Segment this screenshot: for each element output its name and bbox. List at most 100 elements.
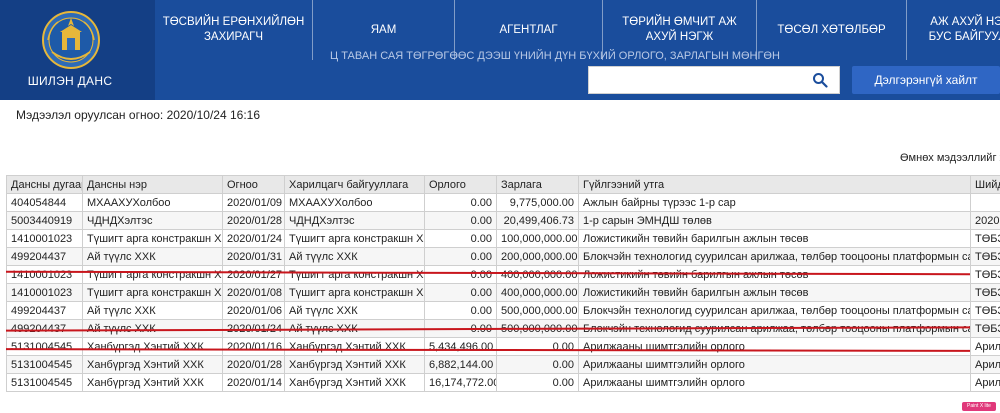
- table-cell: 16,174,772.00: [424, 373, 497, 392]
- column-header[interactable]: Зарлага: [496, 175, 579, 194]
- search-button[interactable]: [807, 70, 833, 90]
- logo[interactable]: ШИЛЭН ДАНС: [0, 0, 155, 100]
- column-header[interactable]: Дансны дугаар: [6, 175, 83, 194]
- table-cell: Ханбүргэд Хэнтий ХХК: [82, 337, 223, 356]
- table-cell: Ханбүргэд Хэнтий ХХК: [82, 373, 223, 392]
- advanced-search-button[interactable]: Дэлгэрэнгүй хайлт: [852, 66, 1000, 94]
- table-cell: Ай түүлс ХХК: [82, 301, 223, 320]
- table-cell: 0.00: [424, 211, 497, 230]
- table-cell: ТӨБЗГ-: [970, 301, 1000, 320]
- search-box: [588, 66, 840, 94]
- table-cell: 2020/01/16: [222, 337, 285, 356]
- table-cell: 404054844: [6, 193, 83, 212]
- table-cell: 1410001023: [6, 283, 83, 302]
- column-header[interactable]: Огноо: [222, 175, 285, 194]
- table-cell: 0.00: [424, 247, 497, 266]
- table-cell: Блокчэйн технологид суурилсан арилжаа, т…: [578, 301, 971, 320]
- table-cell: 499204437: [6, 301, 83, 320]
- previous-info-link[interactable]: Өмнөх мэдээллийг хар: [900, 152, 1000, 164]
- table-cell: 0.00: [496, 373, 579, 392]
- table-row: 1410001023 Түшигт арга констракшн ХХК 20…: [6, 283, 1000, 302]
- table-cell: ТӨБЗГ-: [970, 265, 1000, 284]
- table-cell: 0.00: [496, 355, 579, 374]
- last-updated: Мэдээлэл оруулсан огноо: 2020/10/24 16:1…: [16, 108, 261, 122]
- table-cell: Арилжааны шимтгэлийн орлого: [578, 373, 971, 392]
- table-row: 5131004545 Ханбүргэд Хэнтий ХХК 2020/01/…: [6, 337, 1000, 356]
- table-row: 5131004545 Ханбүргэд Хэнтий ХХК 2020/01/…: [6, 355, 1000, 374]
- transactions-table: Дансны дугаар Дансны нэр Огноо Харилцагч…: [6, 175, 1000, 392]
- table-cell: 100,000,000.00: [496, 229, 579, 248]
- table-cell: Түшигт арга констракшн ХХК: [82, 265, 223, 284]
- table-cell: Түшигт арга констракшн ХХК: [82, 229, 223, 248]
- table-cell: 2020/01/24: [222, 229, 285, 248]
- table-cell: 2020/01/27: [222, 265, 285, 284]
- column-header[interactable]: Гүйлгээний утга: [578, 175, 971, 194]
- table-cell: Ложистикийн төвийн барилгын ажлын төсөв: [578, 229, 971, 248]
- nav-item-other-entities[interactable]: АЖ АХУЙ НЭГЖ, Т БУС БАЙГУУЛЛАГА: [906, 0, 1000, 60]
- table-cell: ТӨБЗГ-: [970, 283, 1000, 302]
- table-cell: 2020 о: [970, 211, 1000, 230]
- table-cell: Түшигт арга констракшн ХХК: [284, 229, 425, 248]
- table-cell: 2020/01/06: [222, 301, 285, 320]
- table-cell: 2020/01/08: [222, 283, 285, 302]
- table-cell: 500,000,000.00: [496, 301, 579, 320]
- table-cell: 200,000,000.00: [496, 247, 579, 266]
- table-cell: 20,499,406.73: [496, 211, 579, 230]
- column-header[interactable]: Харилцагч байгууллага: [284, 175, 425, 194]
- table-cell: 2020/01/31: [222, 247, 285, 266]
- table-cell: Ханбүргэд Хэнтий ХХК: [284, 373, 425, 392]
- table-cell: Түшигт арга констракшн ХХК: [284, 265, 425, 284]
- table-cell: ЧДНДХэлтэс: [284, 211, 425, 230]
- logo-text: ШИЛЭН ДАНС: [27, 74, 113, 88]
- table-row: 404054844 МХААХУХолбоо 2020/01/09 МХААХУ…: [6, 193, 1000, 212]
- table-cell: Ханбүргэд Хэнтий ХХК: [284, 337, 425, 356]
- table-cell: Ай түүлс ХХК: [284, 247, 425, 266]
- table-cell: 0.00: [424, 229, 497, 248]
- emblem-icon: [42, 11, 100, 69]
- table-cell: Ай түүлс ХХК: [82, 247, 223, 266]
- table-cell: 0.00: [424, 301, 497, 320]
- table-cell: 0.00: [496, 337, 579, 356]
- table-cell: Ай түүлс ХХК: [284, 301, 425, 320]
- column-header[interactable]: Дансны нэр: [82, 175, 223, 194]
- nav-item-budget-governor[interactable]: ТӨСВИЙН ЕРӨНХИЙЛӨН ЗАХИРАГЧ: [155, 0, 312, 60]
- table-cell: 6,882,144.00: [424, 355, 497, 374]
- table-row: 5131004545 Ханбүргэд Хэнтий ХХК 2020/01/…: [6, 373, 1000, 392]
- table-cell: ТӨБЗГ-: [970, 319, 1000, 338]
- table-cell: [970, 193, 1000, 212]
- table-cell: Ложистикийн төвийн барилгын ажлын төсөв: [578, 283, 971, 302]
- column-header[interactable]: Орлого: [424, 175, 497, 194]
- table-cell: 5,434,496.00: [424, 337, 497, 356]
- editor-badge: Paint X lite: [962, 402, 996, 411]
- table-row: 499204437 Ай түүлс ХХК 2020/01/31 Ай түү…: [6, 247, 1000, 266]
- table-cell: 2020/01/09: [222, 193, 285, 212]
- table-cell: 0.00: [424, 265, 497, 284]
- table-cell: 5131004545: [6, 337, 83, 356]
- table-cell: Арилжа: [970, 373, 1000, 392]
- table-header-row: Дансны дугаар Дансны нэр Огноо Харилцагч…: [6, 175, 1000, 194]
- table-cell: 499204437: [6, 247, 83, 266]
- table-cell: 1-р сарын ЭМНДШ төлөв: [578, 211, 971, 230]
- table-cell: Арилжа: [970, 355, 1000, 374]
- table-cell: 1410001023: [6, 265, 83, 284]
- table-cell: Ажлын байрны түрээс 1-р сар: [578, 193, 971, 212]
- table-cell: Блокчэйн технологид суурилсан арилжаа, т…: [578, 247, 971, 266]
- table-cell: 2020/01/28: [222, 211, 285, 230]
- table-cell: 9,775,000.00: [496, 193, 579, 212]
- table-cell: Түшигт арга констракшн ХХК: [82, 283, 223, 302]
- news-ticker: Ц ТАВАН САЯ ТӨГРӨГӨӨС ДЭЭШ ҮНИЙН ДҮН БҮХ…: [330, 50, 780, 62]
- table-cell: Арилжааны шимтгэлийн орлого: [578, 355, 971, 374]
- table-row: 5003440919 ЧДНДХэлтэс 2020/01/28 ЧДНДХэл…: [6, 211, 1000, 230]
- search-input[interactable]: [589, 67, 803, 93]
- table-cell: ЧДНДХэлтэс: [82, 211, 223, 230]
- site-header: ШИЛЭН ДАНС ТӨСВИЙН ЕРӨНХИЙЛӨН ЗАХИРАГЧ Я…: [0, 0, 1000, 100]
- table-cell: Арилжа: [970, 337, 1000, 356]
- table-row: 1410001023 Түшигт арга констракшн ХХК 20…: [6, 229, 1000, 248]
- table-cell: Ханбүргэд Хэнтий ХХК: [284, 355, 425, 374]
- search-icon: [813, 73, 828, 88]
- table-cell: ТӨБЗГ-: [970, 229, 1000, 248]
- column-header[interactable]: Шийдвэ: [970, 175, 1000, 194]
- table-cell: Ханбүргэд Хэнтий ХХК: [82, 355, 223, 374]
- table-cell: Түшигт арга констракшн ХХК: [284, 283, 425, 302]
- table-cell: 5003440919: [6, 211, 83, 230]
